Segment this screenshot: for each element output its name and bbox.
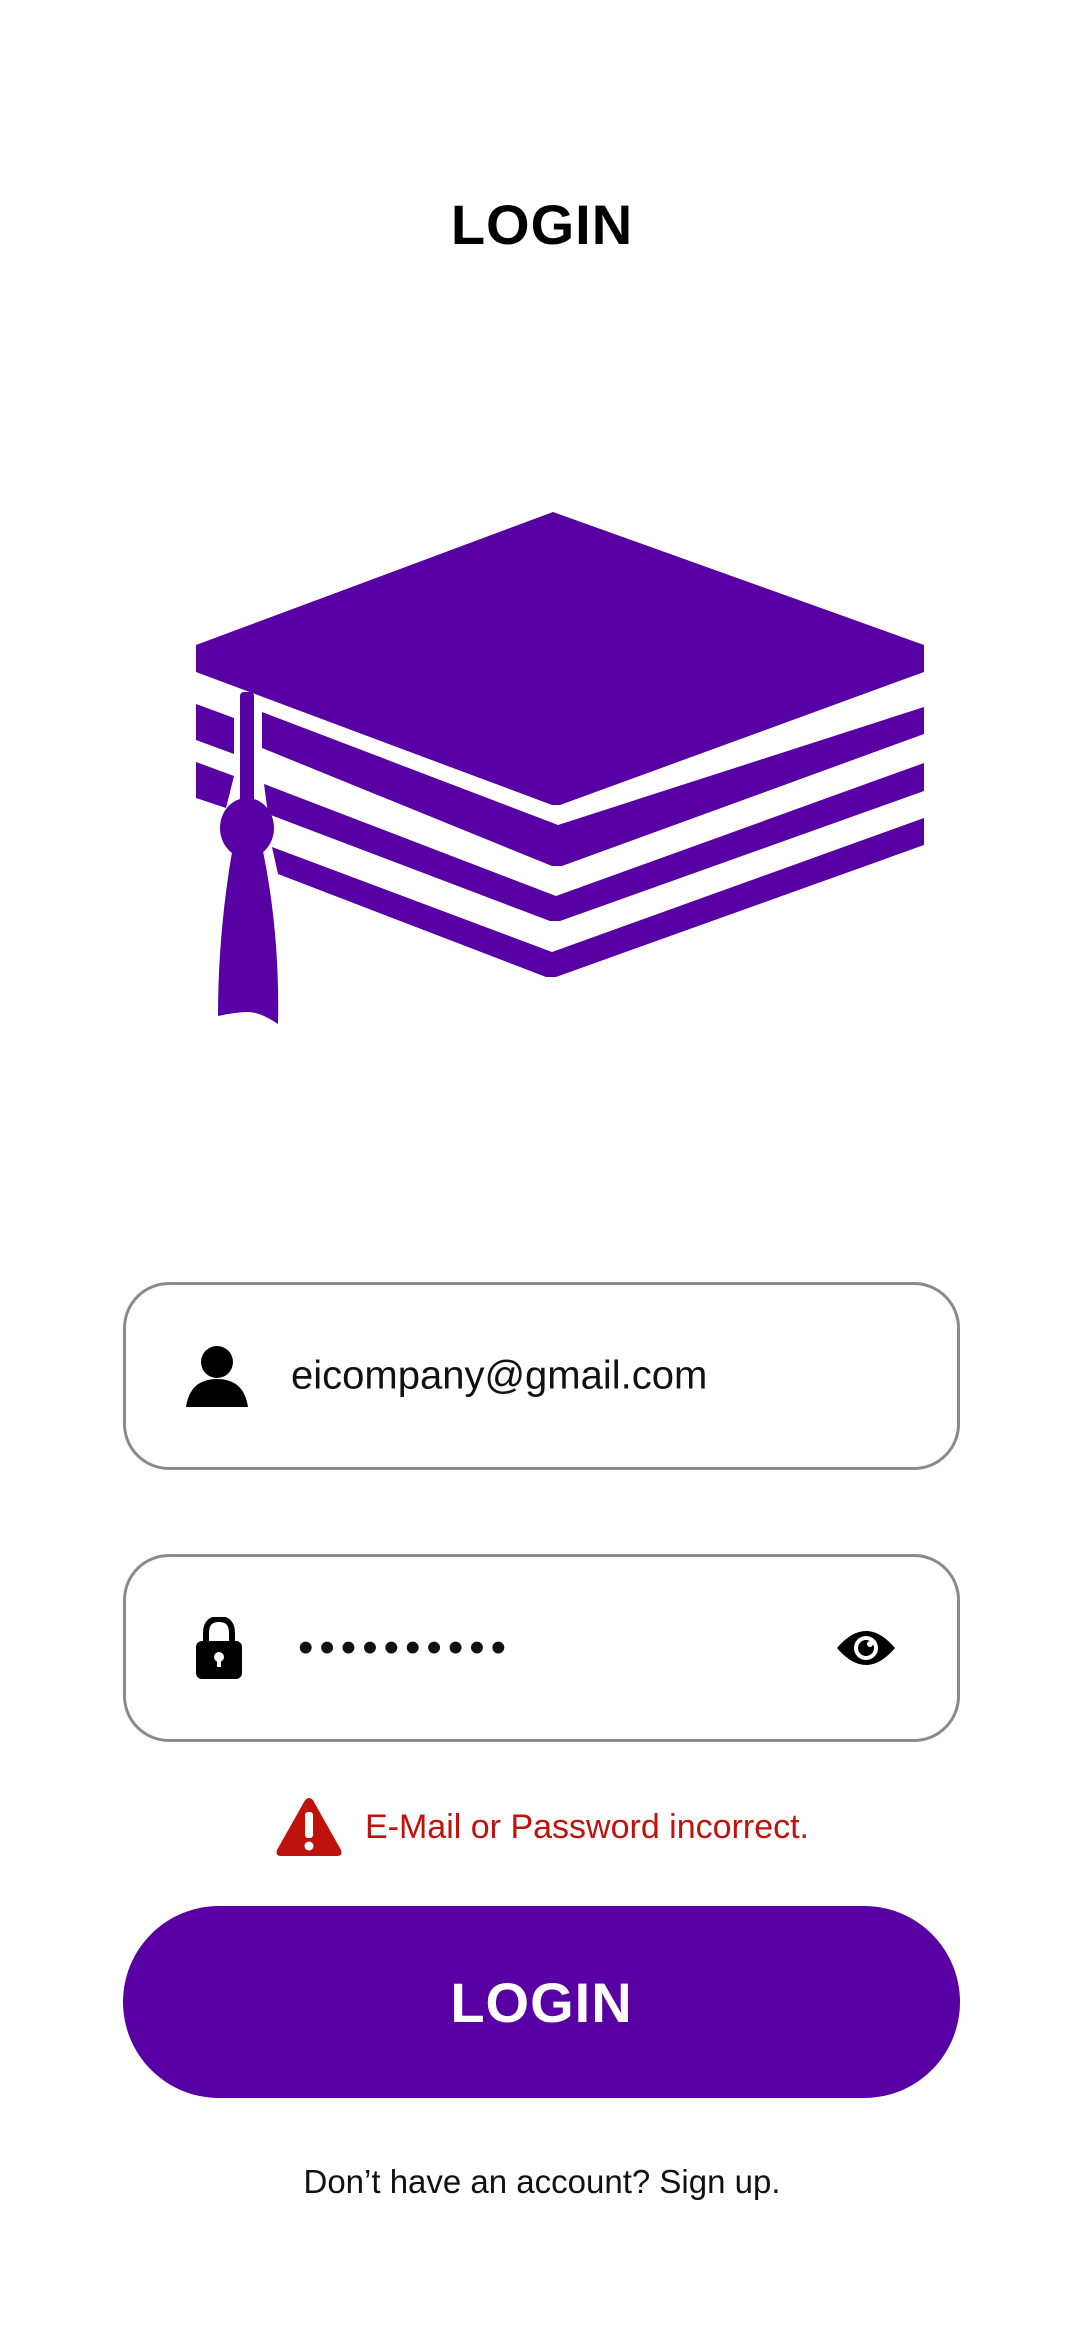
graduation-cap-icon [196,512,924,1024]
password-field[interactable]: •••••••••• [123,1554,960,1742]
lock-icon [196,1617,242,1679]
error-text: E-Mail or Password incorrect. [364,1807,809,1846]
password-value: •••••••••• [298,1623,513,1672]
error-message: E-Mail or Password incorrect. [0,1795,1084,1859]
eye-icon[interactable] [835,1626,897,1670]
signup-link[interactable]: Don’t have an account? Sign up. [0,2163,1084,2201]
email-value: eicompany@gmail.com [291,1353,708,1398]
login-button[interactable]: LOGIN [123,1906,960,2098]
user-icon [186,1346,248,1407]
page-title: LOGIN [450,193,634,256]
warning-icon [276,1798,342,1856]
email-field[interactable]: eicompany@gmail.com [123,1282,960,1470]
